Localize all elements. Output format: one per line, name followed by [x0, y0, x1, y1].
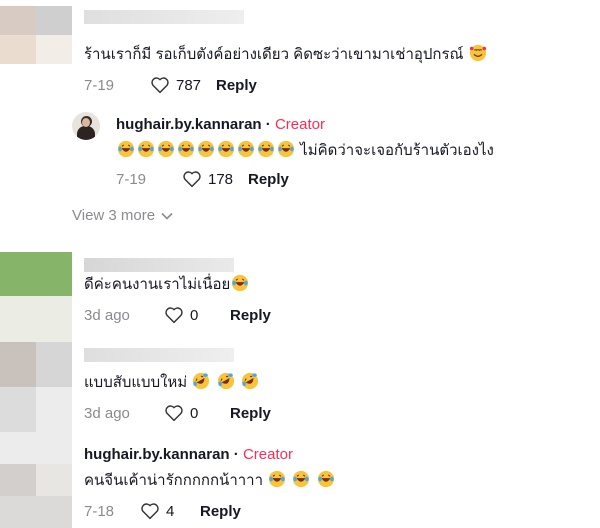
laughing-tears-emoji-icon	[257, 140, 275, 158]
reply-button[interactable]: Reply	[200, 503, 241, 520]
view-more-label: View 3 more	[72, 207, 156, 224]
avatar[interactable]	[72, 112, 100, 140]
separator-dot: ·	[265, 116, 275, 133]
reply-button[interactable]: Reply	[216, 77, 257, 94]
rolling-laughing-emoji-icon	[241, 372, 259, 390]
username-blurred	[84, 10, 244, 24]
comment-date: 3d ago	[84, 306, 130, 324]
like-count: 0	[190, 404, 199, 422]
like-count: 178	[208, 170, 234, 188]
like-count: 0	[190, 306, 199, 324]
comment-text: แบบสับแบบใหม่	[84, 372, 260, 393]
comment-date: 7-19	[84, 76, 115, 94]
comment-text: ร้านเราก็มี รอเก็บตังค์อย่างเดียว คิดซะว…	[84, 44, 488, 65]
comment-author[interactable]: hughair.by.kannaran · Creator	[116, 116, 325, 133]
like-count: 4	[166, 502, 175, 520]
creator-badge: Creator	[274, 116, 325, 133]
avatar[interactable]	[0, 432, 72, 528]
comment-date: 3d ago	[84, 404, 130, 422]
comment-date: 7-18	[84, 502, 115, 520]
author-name: hughair.by.kannaran	[84, 446, 230, 463]
avatar[interactable]	[0, 252, 72, 342]
laughing-tears-emoji-icon	[317, 470, 335, 488]
comment-text: คนจีนเค้าน่ารักกกกกน้าาาา	[84, 470, 336, 491]
laughing-tears-emoji-icon	[277, 140, 295, 158]
separator-dot: ·	[233, 446, 243, 463]
comment-meta: 3d ago 0 Reply	[84, 402, 271, 424]
laughing-tears-emoji-row	[116, 140, 300, 159]
avatar[interactable]	[0, 342, 72, 432]
smiling-hearts-emoji-icon	[469, 44, 487, 62]
comment-text-label: คนจีนเค้าน่ารักกกกกน้าาาา	[84, 472, 264, 489]
comment-meta: 7-19 787 Reply	[84, 74, 257, 96]
username-blurred	[84, 348, 234, 362]
comment-text-label: ดีค่ะคนงานเราไม่เนื่อย	[84, 276, 231, 293]
comment-text: ไม่คิดว่าจะเจอกับร้านตัวเองไง	[116, 140, 494, 161]
laughing-tears-emoji-icon	[177, 140, 195, 158]
reply-button[interactable]: Reply	[230, 307, 271, 324]
laughing-tears-emoji-icon	[231, 274, 249, 292]
creator-badge: Creator	[242, 446, 293, 463]
laughing-tears-emoji-icon	[268, 470, 286, 488]
author-name: hughair.by.kannaran	[116, 116, 262, 133]
reply-button[interactable]: Reply	[230, 405, 271, 422]
comment-meta: 7-19 178 Reply	[116, 168, 289, 190]
heart-icon[interactable]	[164, 306, 184, 324]
comment-text-label: ไม่คิดว่าจะเจอกับร้านตัวเองไง	[300, 142, 494, 159]
reply-button[interactable]: Reply	[248, 171, 289, 188]
comment-date: 7-19	[116, 170, 147, 188]
laughing-tears-emoji-icon	[237, 140, 255, 158]
laughing-tears-emoji-icon	[217, 140, 235, 158]
username-blurred	[84, 258, 234, 272]
laughing-tears-emoji-icon	[197, 140, 215, 158]
heart-icon[interactable]	[164, 404, 184, 422]
comment-text: ดีค่ะคนงานเราไม่เนื่อย	[84, 274, 250, 295]
laughing-tears-emoji-icon	[157, 140, 175, 158]
heart-icon[interactable]	[140, 502, 160, 520]
comment-author[interactable]: hughair.by.kannaran · Creator	[84, 446, 293, 463]
view-more-replies-button[interactable]: View 3 more	[72, 207, 173, 224]
rolling-laughing-emoji-icon	[217, 372, 235, 390]
laughing-tears-emoji-icon	[292, 470, 310, 488]
like-count: 787	[176, 76, 202, 94]
chevron-down-icon	[161, 212, 173, 220]
comment-text-label: แบบสับแบบใหม่	[84, 374, 188, 391]
rolling-laughing-emoji-icon	[192, 372, 210, 390]
comment-meta: 7-18 4 Reply	[84, 500, 241, 522]
laughing-tears-emoji-icon	[137, 140, 155, 158]
avatar[interactable]	[0, 6, 72, 64]
heart-icon[interactable]	[150, 76, 170, 94]
comment-meta: 3d ago 0 Reply	[84, 304, 271, 326]
heart-icon[interactable]	[182, 170, 202, 188]
laughing-tears-emoji-icon	[117, 140, 135, 158]
comment-text-label: ร้านเราก็มี รอเก็บตังค์อย่างเดียว คิดซะว…	[84, 46, 464, 63]
